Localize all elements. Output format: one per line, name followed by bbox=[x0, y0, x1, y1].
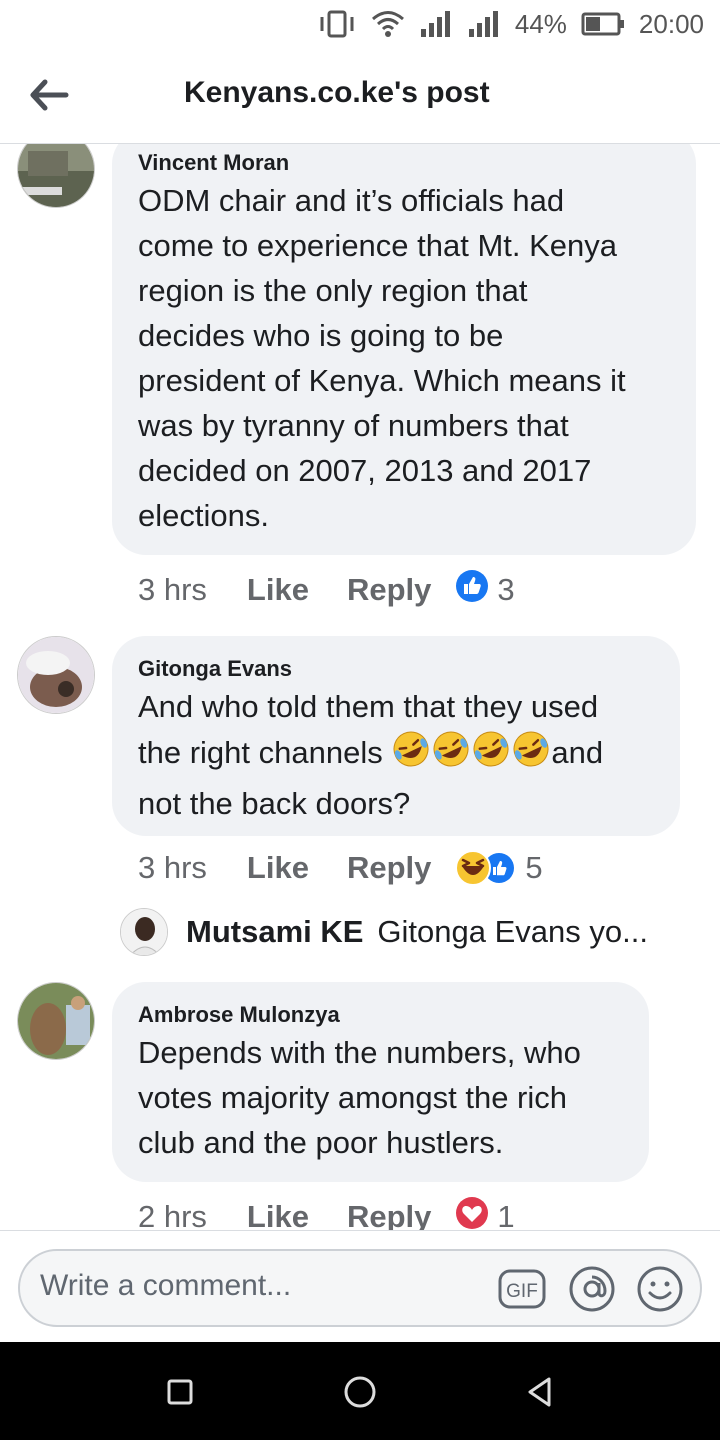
reply-author[interactable]: Mutsami KE bbox=[186, 914, 363, 950]
comment-text: And who told them that they used the rig… bbox=[138, 689, 604, 821]
gif-icon[interactable]: GIF bbox=[498, 1265, 546, 1313]
avatar-gitonga-evans[interactable] bbox=[17, 636, 95, 714]
at-mention-icon[interactable] bbox=[568, 1265, 616, 1313]
composer-bar: Write a comment... GIF bbox=[0, 1230, 720, 1342]
comment-actions: 3 hrs Like Reply 5 bbox=[138, 850, 543, 886]
home-circle-icon[interactable] bbox=[340, 1372, 380, 1412]
clock: 20:00 bbox=[638, 8, 704, 39]
rofl-emoji-icon bbox=[391, 729, 431, 781]
battery-icon bbox=[581, 11, 625, 37]
like-button[interactable]: Like bbox=[247, 572, 309, 608]
comment-composer[interactable]: Write a comment... GIF bbox=[18, 1249, 702, 1327]
avatar-ambrose-mulonzya[interactable] bbox=[17, 982, 95, 1060]
vibrate-icon bbox=[317, 9, 357, 39]
love-reaction-icon[interactable] bbox=[455, 1196, 489, 1230]
reaction-count[interactable]: 5 bbox=[525, 850, 542, 886]
like-button[interactable]: Like bbox=[247, 850, 309, 886]
svg-text:GIF: GIF bbox=[506, 1281, 538, 1302]
reaction-count[interactable]: 1 bbox=[497, 1199, 514, 1230]
emoji-smiley-icon[interactable] bbox=[636, 1265, 684, 1313]
comment-input[interactable]: Write a comment... bbox=[40, 1269, 291, 1303]
reaction-count[interactable]: 3 bbox=[497, 572, 514, 608]
reply-preview[interactable]: Mutsami KE Gitonga Evans yo... bbox=[120, 908, 648, 956]
comments-feed[interactable]: Vincent Moran ODM chair and it’s officia… bbox=[0, 144, 720, 1230]
rofl-emoji-icon bbox=[511, 729, 551, 781]
app-header: Kenyans.co.ke's post bbox=[0, 48, 720, 144]
comment-time[interactable]: 3 hrs bbox=[138, 572, 207, 608]
haha-reaction-icon[interactable] bbox=[455, 850, 517, 886]
back-arrow-icon[interactable] bbox=[24, 70, 74, 120]
battery-percent: 44% bbox=[514, 8, 567, 39]
signal-icon-2 bbox=[467, 9, 501, 39]
avatar-mutsami-ke[interactable] bbox=[120, 908, 168, 956]
recents-square-icon[interactable] bbox=[160, 1372, 200, 1412]
wifi-icon bbox=[371, 10, 405, 38]
rofl-emoji-icon bbox=[431, 729, 471, 781]
back-triangle-icon[interactable] bbox=[520, 1372, 560, 1412]
signal-icon-1 bbox=[419, 9, 453, 39]
comment-text: Depends with the numbers, who votes majo… bbox=[138, 1035, 581, 1160]
reply-button[interactable]: Reply bbox=[347, 1199, 431, 1230]
status-bar: 44% 20:00 bbox=[0, 0, 720, 48]
system-nav-bar bbox=[0, 1342, 720, 1440]
comment-bubble-ambrose-mulonzya[interactable]: Ambrose Mulonzya Depends with the number… bbox=[112, 982, 649, 1182]
reply-button[interactable]: Reply bbox=[347, 850, 431, 886]
reply-snippet[interactable]: Gitonga Evans yo... bbox=[377, 914, 648, 950]
comment-bubble-gitonga-evans[interactable]: Gitonga Evans And who told them that the… bbox=[112, 636, 680, 836]
comment-time[interactable]: 2 hrs bbox=[138, 1199, 207, 1230]
comment-author[interactable]: Vincent Moran bbox=[138, 150, 670, 176]
comment-bubble-vincent-moran[interactable]: Vincent Moran ODM chair and it’s officia… bbox=[112, 144, 696, 555]
comment-time[interactable]: 3 hrs bbox=[138, 850, 207, 886]
comment-text: ODM chair and it’s officials had come to… bbox=[138, 183, 626, 533]
like-reaction-icon[interactable] bbox=[455, 569, 489, 611]
like-button[interactable]: Like bbox=[247, 1199, 309, 1230]
comment-author[interactable]: Ambrose Mulonzya bbox=[138, 1002, 623, 1028]
reply-button[interactable]: Reply bbox=[347, 572, 431, 608]
comment-author[interactable]: Gitonga Evans bbox=[138, 656, 654, 682]
comment-actions: 2 hrs Like Reply 1 bbox=[138, 1196, 515, 1230]
rofl-emoji-icon bbox=[471, 729, 511, 781]
page-title: Kenyans.co.ke's post bbox=[184, 76, 490, 109]
avatar-vincent-moran[interactable] bbox=[17, 144, 95, 208]
comment-actions: 3 hrs Like Reply 3 bbox=[138, 569, 515, 611]
